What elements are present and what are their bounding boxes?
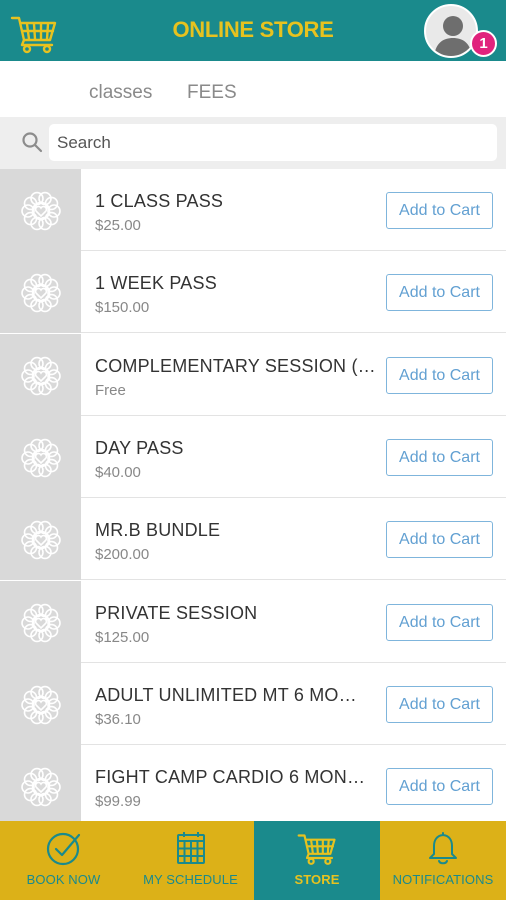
product-price: $36.10 bbox=[95, 711, 141, 728]
bottom-nav: BOOK NOW MY SCHEDULE STORE NOTIFICATIONS bbox=[0, 821, 506, 900]
add-to-cart-button[interactable]: Add to Cart bbox=[386, 192, 493, 229]
product-thumbnail bbox=[0, 498, 81, 580]
product-name: COMPLEMENTARY SESSION (… bbox=[95, 356, 376, 376]
add-to-cart-button[interactable]: Add to Cart bbox=[386, 439, 493, 476]
nav-book-now[interactable]: BOOK NOW bbox=[0, 821, 127, 900]
add-to-cart-button[interactable]: Add to Cart bbox=[386, 686, 493, 723]
product-name: PRIVATE SESSION bbox=[95, 603, 258, 623]
calendar-icon bbox=[176, 832, 205, 864]
avatar[interactable] bbox=[424, 4, 478, 58]
nav-my-schedule[interactable]: MY SCHEDULE bbox=[127, 821, 254, 900]
product-name: FIGHT CAMP CARDIO 6 MON… bbox=[95, 767, 366, 787]
nav-book-now-label: BOOK NOW bbox=[26, 872, 101, 887]
add-to-cart-button[interactable]: Add to Cart bbox=[386, 604, 493, 641]
add-to-cart-button[interactable]: Add to Cart bbox=[386, 274, 493, 311]
user-icon bbox=[434, 16, 472, 56]
product-thumbnail bbox=[0, 334, 81, 416]
list-item[interactable]: 1 CLASS PASS $25.00 Add to Cart bbox=[0, 169, 506, 251]
nav-my-schedule-label: MY SCHEDULE bbox=[143, 872, 238, 887]
product-name: 1 CLASS PASS bbox=[95, 191, 224, 211]
list-item[interactable]: COMPLEMENTARY SESSION (… Free Add to Cart bbox=[0, 334, 506, 416]
list-item[interactable]: 1 WEEK PASS $150.00 Add to Cart bbox=[0, 251, 506, 333]
product-price: $150.00 bbox=[95, 299, 150, 316]
product-list: 1 CLASS PASS $25.00 Add to Cart 1 WEEK PASS… bbox=[0, 169, 506, 821]
notification-badge: 1 bbox=[470, 30, 497, 57]
product-price: $40.00 bbox=[95, 464, 141, 481]
nav-store-label: STORE bbox=[294, 872, 340, 887]
product-thumbnail bbox=[0, 416, 81, 498]
add-to-cart-button[interactable]: Add to Cart bbox=[386, 768, 493, 805]
list-item[interactable]: MR.B BUNDLE $200.00 Add to Cart bbox=[0, 498, 506, 580]
product-price: Free bbox=[95, 382, 126, 399]
tab-fees[interactable]: FEES bbox=[187, 82, 237, 104]
add-to-cart-button[interactable]: Add to Cart bbox=[386, 357, 493, 394]
nav-notifications-label: NOTIFICATIONS bbox=[392, 872, 494, 887]
list-item[interactable]: PRIVATE SESSION $125.00 Add to Cart bbox=[0, 581, 506, 663]
product-thumbnail bbox=[0, 663, 81, 745]
product-thumbnail bbox=[0, 581, 81, 663]
bell-icon bbox=[429, 832, 457, 865]
product-thumbnail bbox=[0, 251, 81, 333]
nav-store[interactable]: STORE bbox=[254, 821, 380, 900]
list-item[interactable]: ADULT UNLIMITED MT 6 MO… $36.10 Add to Car… bbox=[0, 663, 506, 745]
product-name: MR.B BUNDLE bbox=[95, 520, 221, 540]
header-bar: ONLINE STORE 1 bbox=[0, 0, 506, 61]
nav-notifications[interactable]: NOTIFICATIONS bbox=[380, 821, 506, 900]
list-item[interactable]: FIGHT CAMP CARDIO 6 MON… $99.99 Add to Car… bbox=[0, 745, 506, 821]
cart-icon bbox=[297, 834, 336, 865]
product-name: ADULT UNLIMITED MT 6 MO… bbox=[95, 685, 357, 705]
search-input[interactable] bbox=[49, 124, 497, 161]
category-tabs: classes FEES bbox=[0, 61, 506, 117]
list-item[interactable]: DAY PASS $40.00 Add to Cart bbox=[0, 416, 506, 498]
product-thumbnail bbox=[0, 169, 81, 251]
check-circle-icon bbox=[46, 832, 80, 866]
product-price: $200.00 bbox=[95, 546, 150, 563]
product-thumbnail bbox=[0, 745, 81, 821]
product-name: 1 WEEK PASS bbox=[95, 273, 217, 293]
search-icon bbox=[22, 132, 43, 153]
product-name: DAY PASS bbox=[95, 438, 184, 458]
search-bar bbox=[0, 117, 506, 169]
tab-classes[interactable]: classes bbox=[89, 82, 152, 104]
online-store-screen: ONLINE STORE 1 classes FEES 1 CLASS PASS… bbox=[0, 0, 506, 900]
add-to-cart-button[interactable]: Add to Cart bbox=[386, 521, 493, 558]
product-price: $25.00 bbox=[95, 217, 141, 234]
product-price: $125.00 bbox=[95, 629, 150, 646]
product-price: $99.99 bbox=[95, 793, 141, 810]
